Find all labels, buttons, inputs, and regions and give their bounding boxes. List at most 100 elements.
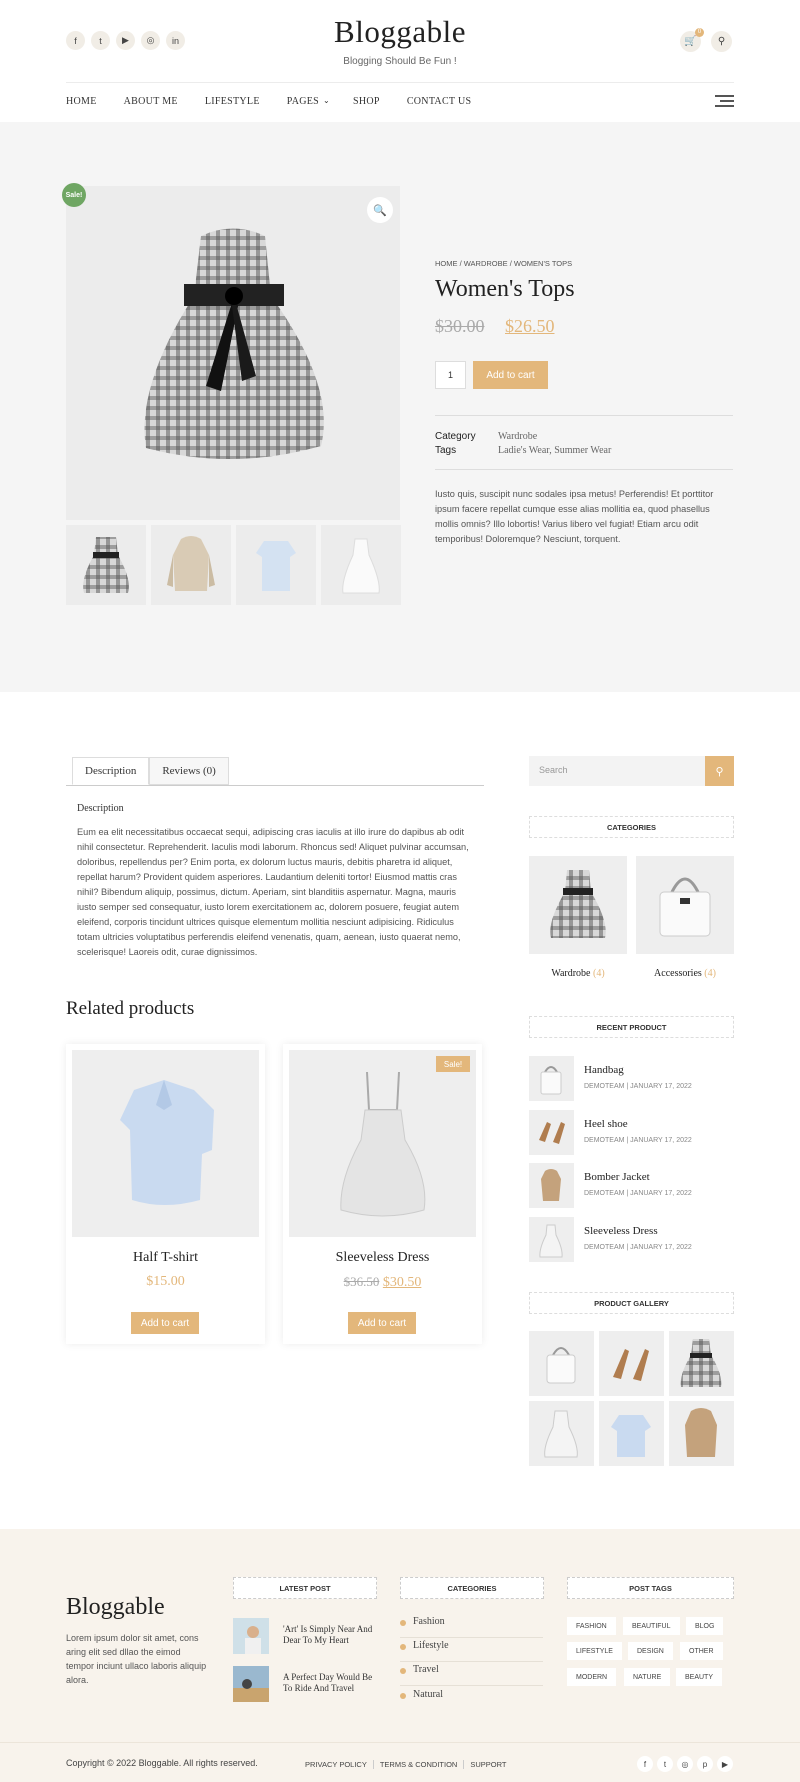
category-accessories[interactable]: Accessories (4) <box>636 968 734 979</box>
latest-post-image[interactable] <box>233 1666 269 1702</box>
gallery-heel-shoe[interactable] <box>599 1331 664 1396</box>
sale-price: $26.50 <box>505 316 555 336</box>
recent-product-image[interactable] <box>529 1056 574 1101</box>
nav-home[interactable]: HOME <box>66 96 97 107</box>
footer-logo[interactable]: Bloggable <box>66 1594 165 1621</box>
product-name[interactable]: Half T-shirt <box>66 1250 265 1266</box>
related-product-card[interactable]: Half T-shirt $15.00 Add to cart <box>66 1044 265 1344</box>
quantity-input[interactable]: 1 <box>435 361 466 389</box>
tab-reviews[interactable]: Reviews (0) <box>149 757 229 785</box>
search-input[interactable]: Search <box>529 756 705 786</box>
search-button[interactable]: ⚲ <box>711 31 732 52</box>
thumbnail-white-dress[interactable] <box>321 525 401 605</box>
tag-link[interactable]: BLOG <box>686 1617 724 1635</box>
recent-product-meta: DEMOTEAM | JANUARY 17, 2022 <box>584 1244 692 1251</box>
nav-about[interactable]: ABOUT ME <box>124 96 178 107</box>
nav-pages[interactable]: PAGES <box>287 96 319 107</box>
instagram-icon[interactable]: ◎ <box>677 1756 693 1772</box>
search-submit-button[interactable]: ⚲ <box>705 756 734 786</box>
breadcrumb[interactable]: HOME / WARDROBE / WOMEN'S TOPS <box>435 259 572 268</box>
search-icon: ⚲ <box>717 36 726 47</box>
recent-product-name[interactable]: Heel shoe <box>584 1118 628 1130</box>
facebook-icon[interactable]: f <box>637 1756 653 1772</box>
tab-divider <box>66 785 484 786</box>
footer-category-link[interactable]: Natural <box>400 1689 543 1711</box>
footer-links: PRIVACY POLICY TERMS & CONDITION SUPPORT <box>305 1760 512 1769</box>
recent-product-name[interactable]: Sleeveless Dress <box>584 1225 658 1237</box>
tab-description[interactable]: Description <box>72 757 150 785</box>
add-to-cart-button[interactable]: Add to cart <box>473 361 548 389</box>
tags-value[interactable]: Ladie's Wear, Summer Wear <box>498 445 611 456</box>
product-image[interactable] <box>72 1050 259 1237</box>
add-to-cart-button[interactable]: Add to cart <box>348 1312 416 1334</box>
category-image-accessories[interactable] <box>636 856 734 954</box>
tag-link[interactable]: MODERN <box>567 1668 617 1686</box>
pinterest-icon[interactable]: p <box>697 1756 713 1772</box>
search-icon: ⚲ <box>715 765 724 778</box>
price: $30.50 <box>382 1275 422 1290</box>
thumbnail-shirt[interactable] <box>236 525 316 605</box>
product-name[interactable]: Sleeveless Dress <box>283 1250 482 1266</box>
tag-link[interactable]: FASHION <box>567 1617 616 1635</box>
category-count: (4) <box>593 968 605 979</box>
product-main-image[interactable] <box>66 186 400 520</box>
product-price: $15.00 <box>66 1274 265 1290</box>
cart-button[interactable]: 🛒 0 <box>680 28 704 52</box>
category-name: Wardrobe <box>551 968 591 979</box>
youtube-icon[interactable]: ▶ <box>717 1756 733 1772</box>
price: $15.00 <box>146 1274 185 1289</box>
recent-product-meta: DEMOTEAM | JANUARY 17, 2022 <box>584 1083 692 1090</box>
thumbnail-dress[interactable] <box>66 525 146 605</box>
nav-lifestyle[interactable]: LIFESTYLE <box>205 96 260 107</box>
footer-category-link[interactable]: Travel <box>400 1664 543 1686</box>
recent-product-image[interactable] <box>529 1217 574 1262</box>
zoom-icon[interactable]: 🔍 <box>367 197 393 223</box>
tags-label: Tags <box>435 445 457 456</box>
old-price: $30.00 <box>435 316 485 336</box>
tag-link[interactable]: BEAUTIFUL <box>623 1617 680 1635</box>
divider <box>435 415 733 416</box>
twitter-icon[interactable]: t <box>657 1756 673 1772</box>
hamburger-menu-icon[interactable] <box>715 95 734 110</box>
divider <box>435 469 733 470</box>
latest-post-link[interactable]: A Perfect Day Would Be To Ride And Trave… <box>283 1672 383 1694</box>
footer-category-link[interactable]: Lifestyle <box>400 1640 543 1662</box>
terms-link[interactable]: TERMS & CONDITION <box>374 1760 465 1769</box>
gallery-white-dress[interactable] <box>529 1401 594 1466</box>
recent-product-widget-title: RECENT PRODUCT <box>529 1016 734 1038</box>
gallery-shirt[interactable] <box>599 1401 664 1466</box>
product-price: $36.50 $30.50 <box>283 1274 482 1291</box>
recent-product-image[interactable] <box>529 1163 574 1208</box>
category-image-wardrobe[interactable] <box>529 856 627 954</box>
tag-link[interactable]: DESIGN <box>628 1642 673 1660</box>
recent-product-image[interactable] <box>529 1110 574 1155</box>
nav-contact[interactable]: CONTACT US <box>407 96 472 107</box>
nav-shop[interactable]: SHOP <box>353 96 380 107</box>
tag-link[interactable]: LIFESTYLE <box>567 1642 622 1660</box>
gallery-handbag[interactable] <box>529 1331 594 1396</box>
product-image[interactable] <box>289 1050 476 1237</box>
gallery-plaid-dress[interactable] <box>669 1331 734 1396</box>
copyright: Copyright © 2022 Bloggable. All rights r… <box>66 1758 258 1768</box>
category-wardrobe[interactable]: Wardrobe (4) <box>529 968 627 979</box>
recent-product-name[interactable]: Handbag <box>584 1064 624 1076</box>
footer-category-link[interactable]: Fashion <box>400 1616 543 1638</box>
latest-post-link[interactable]: 'Art' Is Simply Near And Dear To My Hear… <box>283 1624 383 1646</box>
sale-badge: Sale! <box>62 183 86 207</box>
tag-link[interactable]: BEAUTY <box>676 1668 723 1686</box>
privacy-policy-link[interactable]: PRIVACY POLICY <box>305 1760 374 1769</box>
latest-post-image[interactable] <box>233 1618 269 1654</box>
old-price: $36.50 <box>343 1274 380 1289</box>
tag-link[interactable]: NATURE <box>624 1668 671 1686</box>
recent-product-name[interactable]: Bomber Jacket <box>584 1171 650 1183</box>
description-heading: Description <box>77 803 124 814</box>
recent-product-meta: DEMOTEAM | JANUARY 17, 2022 <box>584 1190 692 1197</box>
category-value[interactable]: Wardrobe <box>498 431 537 442</box>
related-product-card[interactable]: Sale! Sleeveless Dress $36.50 $30.50 Add… <box>283 1044 482 1344</box>
tag-link[interactable]: OTHER <box>680 1642 723 1660</box>
add-to-cart-button[interactable]: Add to cart <box>131 1312 199 1334</box>
gallery-jacket[interactable] <box>669 1401 734 1466</box>
support-link[interactable]: SUPPORT <box>464 1760 512 1769</box>
product-title: Women's Tops <box>435 276 575 302</box>
thumbnail-jacket[interactable] <box>151 525 231 605</box>
